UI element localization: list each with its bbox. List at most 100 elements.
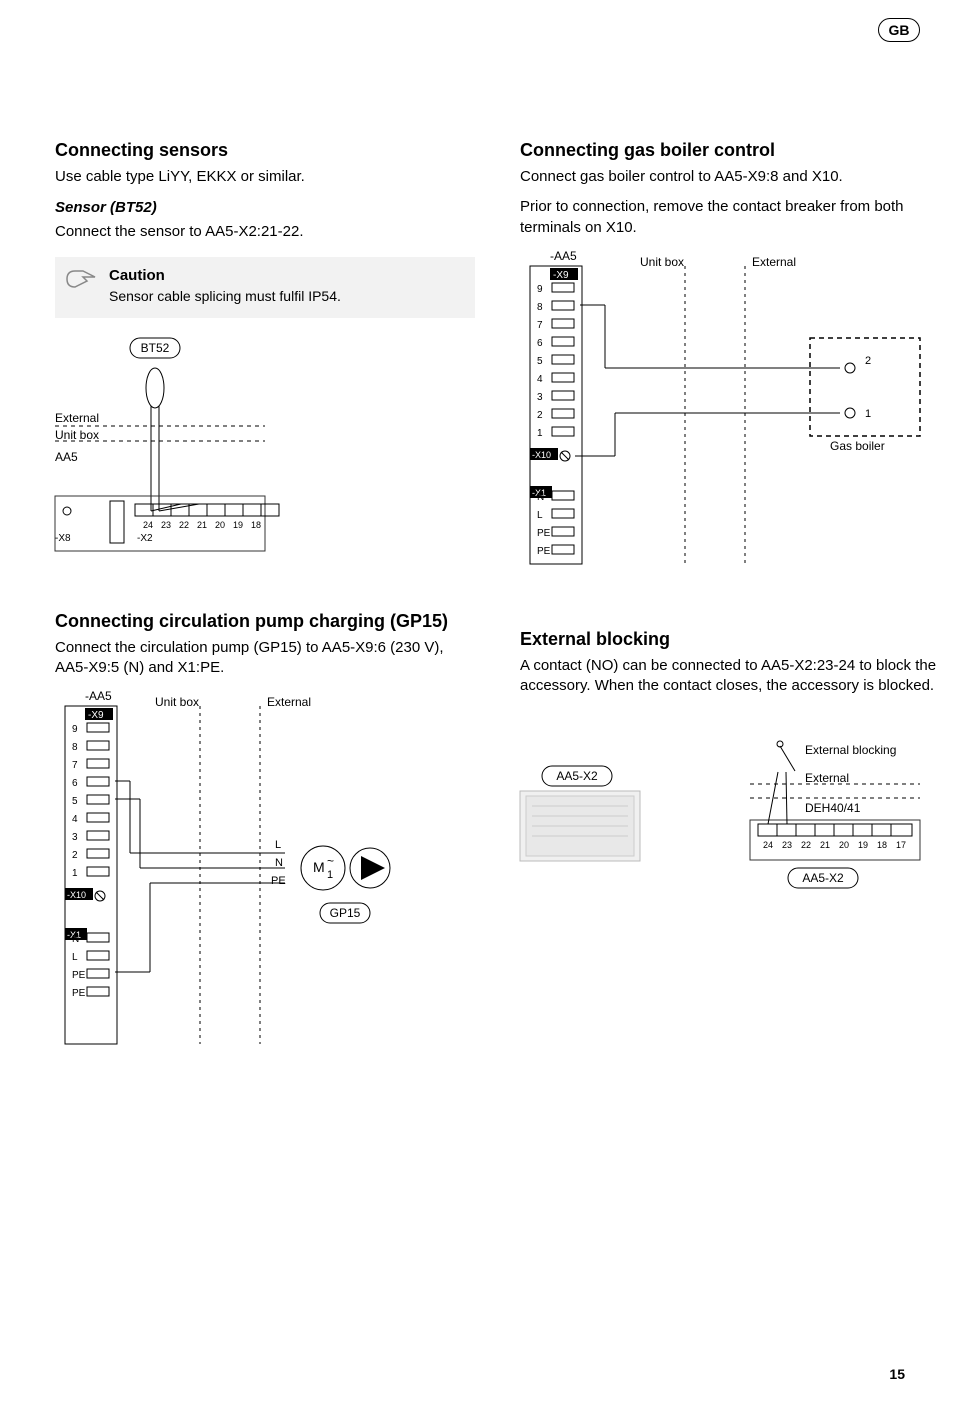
svg-text:AA5-X2: AA5-X2 <box>802 871 844 885</box>
svg-text:9: 9 <box>72 724 78 735</box>
heading-ext-block: External blocking <box>520 629 940 650</box>
svg-text:AA5: AA5 <box>55 450 78 464</box>
svg-text:18: 18 <box>251 520 261 530</box>
svg-text:3: 3 <box>537 392 543 403</box>
section-circulation-pump: Connecting circulation pump charging (GP… <box>55 611 475 1049</box>
svg-text:4: 4 <box>72 814 78 825</box>
caution-title: Caution <box>109 267 463 284</box>
svg-text:6: 6 <box>537 338 543 349</box>
svg-text:-AA5: -AA5 <box>85 689 112 703</box>
svg-text:BT52: BT52 <box>141 341 170 355</box>
section-gas-boiler: Connecting gas boiler control Connect ga… <box>520 140 940 581</box>
caution-box: Caution Sensor cable splicing must fulfi… <box>55 257 475 318</box>
svg-text:9: 9 <box>537 284 543 295</box>
diagram-ext-block: AA5-X2 External blocking External DEH40/… <box>520 736 940 936</box>
svg-text:-AA5: -AA5 <box>550 249 577 263</box>
sensor-text: Connect the sensor to AA5-X2:21-22. <box>55 222 475 242</box>
svg-text:24: 24 <box>763 840 773 850</box>
diagram-gp15: -AA5 -X9 987654321 -X10 -X1 NLPEPE Unit … <box>55 688 475 1048</box>
circ-text: Connect the circulation pump (GP15) to A… <box>55 638 475 679</box>
svg-text:External: External <box>267 695 311 709</box>
svg-text:PE: PE <box>72 988 86 999</box>
svg-text:M: M <box>313 859 325 875</box>
page-number: 15 <box>889 1366 905 1382</box>
caution-text: Sensor cable splicing must fulfil IP54. <box>109 288 463 304</box>
svg-text:1: 1 <box>537 428 543 439</box>
svg-text:8: 8 <box>72 742 78 753</box>
svg-text:-X9: -X9 <box>88 710 104 721</box>
gp15-svg: -AA5 -X9 987654321 -X10 -X1 NLPEPE Unit … <box>55 688 475 1048</box>
svg-text:PE: PE <box>271 875 286 887</box>
gas-text2: Prior to connection, remove the contact … <box>520 197 940 238</box>
svg-text:19: 19 <box>233 520 243 530</box>
svg-text:External: External <box>752 255 796 269</box>
svg-text:2: 2 <box>865 355 871 367</box>
svg-text:21: 21 <box>820 840 830 850</box>
svg-text:PE: PE <box>537 546 551 557</box>
svg-text:20: 20 <box>839 840 849 850</box>
svg-text:N: N <box>275 857 283 869</box>
hand-point-icon <box>65 267 97 291</box>
svg-text:7: 7 <box>72 760 78 771</box>
svg-text:22: 22 <box>801 840 811 850</box>
svg-text:DEH40/41: DEH40/41 <box>805 801 861 815</box>
svg-text:External blocking: External blocking <box>805 743 896 757</box>
svg-text:20: 20 <box>215 520 225 530</box>
gas-text1: Connect gas boiler control to AA5-X9:8 a… <box>520 167 940 187</box>
svg-text:AA5-X2: AA5-X2 <box>556 769 598 783</box>
svg-text:6: 6 <box>72 778 78 789</box>
svg-text:Gas boiler: Gas boiler <box>830 439 885 453</box>
svg-text:7: 7 <box>537 320 543 331</box>
svg-text:2: 2 <box>72 850 78 861</box>
svg-text:23: 23 <box>161 520 171 530</box>
heading-connecting-sensors: Connecting sensors <box>55 140 475 161</box>
svg-text:External: External <box>55 411 99 425</box>
svg-text:Unit box: Unit box <box>155 695 199 709</box>
svg-text:4: 4 <box>537 374 543 385</box>
intro-text: Use cable type LiYY, EKKX or similar. <box>55 167 475 187</box>
svg-text:External: External <box>805 771 849 785</box>
svg-text:N: N <box>537 492 544 503</box>
section-external-blocking: External blocking A contact (NO) can be … <box>520 629 940 1049</box>
svg-text:Unit box: Unit box <box>55 428 99 442</box>
svg-text:8: 8 <box>537 302 543 313</box>
svg-text:L: L <box>537 510 543 521</box>
svg-text:24: 24 <box>143 520 153 530</box>
svg-text:17: 17 <box>896 840 906 850</box>
svg-text:GP15: GP15 <box>330 906 361 920</box>
svg-text:-X10: -X10 <box>67 890 86 900</box>
ext-block-text: A contact (NO) can be connected to AA5-X… <box>520 656 940 697</box>
svg-text:3: 3 <box>72 832 78 843</box>
svg-text:23: 23 <box>782 840 792 850</box>
svg-text:1: 1 <box>327 869 333 881</box>
svg-text:PE: PE <box>72 970 86 981</box>
svg-text:1: 1 <box>865 408 871 420</box>
svg-text:18: 18 <box>877 840 887 850</box>
svg-text:22: 22 <box>179 520 189 530</box>
svg-text:Unit box: Unit box <box>640 255 684 269</box>
svg-text:-X10: -X10 <box>532 450 551 460</box>
svg-text:L: L <box>72 952 78 963</box>
svg-text:N: N <box>72 934 79 945</box>
svg-text:~: ~ <box>327 854 334 868</box>
svg-text:5: 5 <box>72 796 78 807</box>
svg-text:-X9: -X9 <box>553 270 569 281</box>
svg-text:21: 21 <box>197 520 207 530</box>
gas-svg: -AA5 -X9 987654321 -X10 -X1 NLPEPE <box>520 248 940 568</box>
svg-text:19: 19 <box>858 840 868 850</box>
subhead-sensor: Sensor (BT52) <box>55 199 475 216</box>
svg-text:5: 5 <box>537 356 543 367</box>
svg-text:-X2: -X2 <box>137 533 153 544</box>
section-connecting-sensors: Connecting sensors Use cable type LiYY, … <box>55 140 475 581</box>
diagram-bt52: BT52 External Unit box AA5 <box>55 336 475 581</box>
svg-text:L: L <box>275 839 281 851</box>
heading-gas-boiler: Connecting gas boiler control <box>520 140 940 161</box>
svg-text:1: 1 <box>72 868 78 879</box>
language-badge: GB <box>878 18 920 42</box>
heading-circ-pump: Connecting circulation pump charging (GP… <box>55 611 475 632</box>
diagram-gas: -AA5 -X9 987654321 -X10 -X1 NLPEPE <box>520 248 940 568</box>
bt52-svg: BT52 External Unit box AA5 <box>55 336 475 581</box>
svg-text:PE: PE <box>537 528 551 539</box>
page-grid: Connecting sensors Use cable type LiYY, … <box>55 140 905 1078</box>
svg-text:2: 2 <box>537 410 543 421</box>
